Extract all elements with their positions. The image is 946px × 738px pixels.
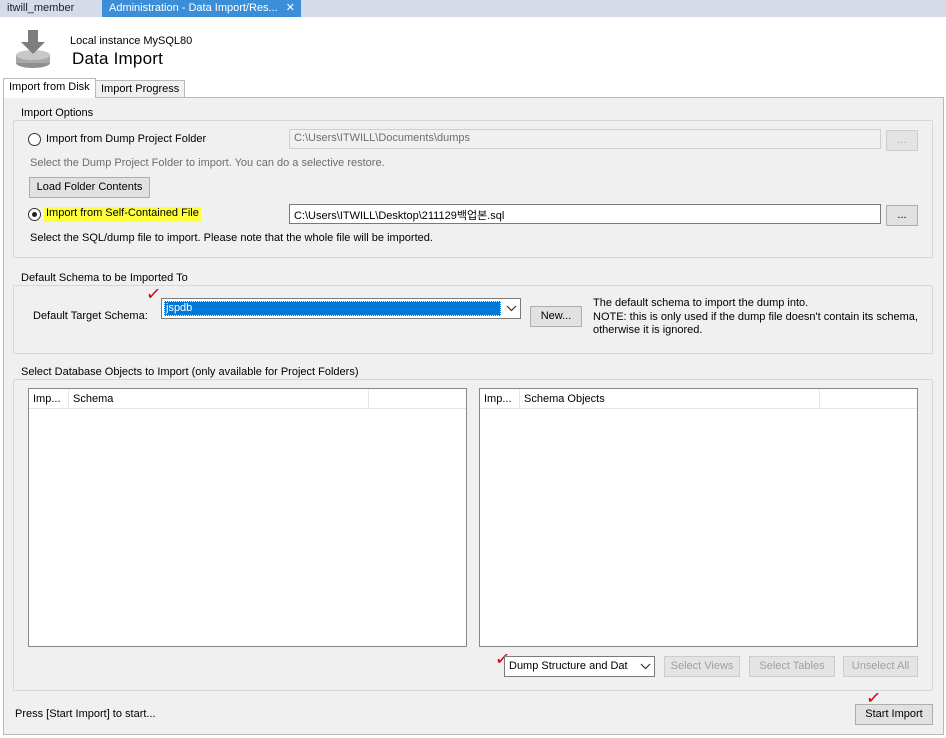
objects-title: Select Database Objects to Import (only … xyxy=(19,366,361,378)
data-import-icon xyxy=(16,30,50,68)
self-contained-hint: Select the SQL/dump file to import. Plea… xyxy=(30,232,433,244)
schema-note-line1: The default schema to import the dump in… xyxy=(593,297,809,309)
schema-note-line3: otherwise it is ignored. xyxy=(593,324,703,336)
load-folder-contents-button[interactable]: Load Folder Contents xyxy=(29,177,150,198)
dump-folder-browse-button[interactable]: ... xyxy=(886,130,918,151)
schema-objects-header: Imp... Schema Objects xyxy=(480,389,917,409)
self-contained-radio-label[interactable]: Import from Self-Contained File xyxy=(44,207,201,222)
schema-list-header: Imp... Schema xyxy=(29,389,466,409)
status-text: Press [Start Import] to start... xyxy=(15,708,156,720)
default-schema-select[interactable]: jspdb xyxy=(161,298,521,319)
tab-data-import[interactable]: Administration - Data Import/Res... ✕ xyxy=(102,0,301,17)
default-schema-title: Default Schema to be Imported To xyxy=(19,272,190,284)
tab-data-import-label: Administration - Data Import/Res... xyxy=(109,2,278,14)
new-schema-button[interactable]: New... xyxy=(530,306,582,327)
close-icon[interactable]: ✕ xyxy=(286,0,295,16)
annotation-checkmark: ✓ xyxy=(144,283,163,306)
chevron-down-icon[interactable] xyxy=(637,657,654,676)
self-contained-browse-button[interactable]: ... xyxy=(886,205,918,226)
column-import[interactable]: Imp... xyxy=(29,389,69,409)
column-schema[interactable]: Schema xyxy=(69,389,369,409)
connection-subtitle: Local instance MySQL80 xyxy=(70,35,193,47)
dump-folder-hint: Select the Dump Project Folder to import… xyxy=(30,157,385,169)
column-import-objects[interactable]: Imp... xyxy=(480,389,520,409)
schema-objects-list[interactable]: Imp... Schema Objects xyxy=(479,388,918,647)
dump-folder-radio-label[interactable]: Import from Dump Project Folder xyxy=(46,133,206,145)
self-contained-path-input[interactable]: C:\Users\ITWILL\Desktop\211129백업본.sql xyxy=(289,204,881,224)
self-contained-radio[interactable] xyxy=(28,208,41,221)
tab-import-progress[interactable]: Import Progress xyxy=(95,80,186,98)
page-title: Data Import xyxy=(72,49,164,68)
tab-import-from-disk[interactable]: Import from Disk xyxy=(3,78,96,98)
dump-mode-value: Dump Structure and Dat xyxy=(509,660,628,672)
import-options-title: Import Options xyxy=(19,107,96,119)
dump-folder-radio[interactable] xyxy=(28,133,41,146)
chevron-down-icon[interactable] xyxy=(503,299,520,318)
unselect-all-button[interactable]: Unselect All xyxy=(843,656,918,677)
schema-list[interactable]: Imp... Schema xyxy=(28,388,467,647)
default-schema-selected: jspdb xyxy=(164,301,501,316)
select-tables-button[interactable]: Select Tables xyxy=(749,656,835,677)
tab-itwill-member[interactable]: itwill_member xyxy=(0,0,100,17)
column-schema-objects[interactable]: Schema Objects xyxy=(520,389,820,409)
start-import-button[interactable]: Start Import xyxy=(855,704,933,725)
schema-note-line2: NOTE: this is only used if the dump file… xyxy=(593,311,918,323)
dump-mode-select[interactable]: Dump Structure and Dat xyxy=(504,656,655,677)
dump-folder-path-input[interactable]: C:\Users\ITWILL\Documents\dumps xyxy=(289,129,881,149)
default-target-schema-label: Default Target Schema: xyxy=(33,310,148,322)
select-views-button[interactable]: Select Views xyxy=(664,656,740,677)
